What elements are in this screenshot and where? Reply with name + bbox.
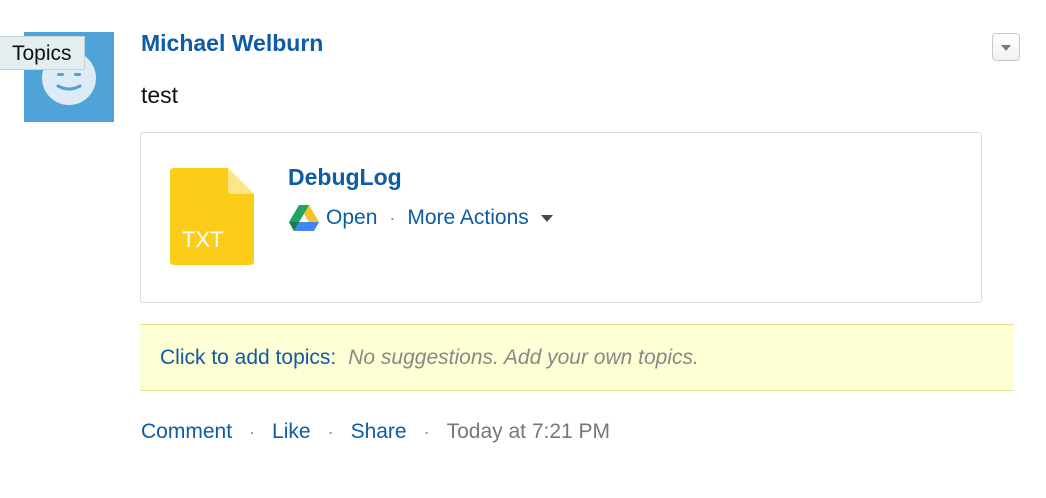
google-drive-icon <box>289 205 319 231</box>
feed-post: Topics Michael Welburn test TXT DebugLog… <box>0 0 1046 498</box>
topics-bar: Click to add topics: No suggestions. Add… <box>140 324 1014 391</box>
file-name-link[interactable]: DebugLog <box>288 164 402 191</box>
open-file-link[interactable]: Open <box>326 206 377 230</box>
like-link[interactable]: Like <box>272 420 311 444</box>
comment-link[interactable]: Comment <box>141 420 232 444</box>
attachment-card: TXT DebugLog Open · More Actions <box>140 132 982 303</box>
file-actions-row: Open · More Actions <box>288 203 553 233</box>
post-timestamp[interactable]: Today at 7:21 PM <box>447 420 610 444</box>
add-topics-link[interactable]: Click to add topics: <box>160 346 336 370</box>
txt-file-icon[interactable]: TXT <box>170 168 254 265</box>
separator-dot: · <box>389 207 396 228</box>
post-body-text: test <box>141 82 179 108</box>
topics-hint-text: No suggestions. Add your own topics. <box>348 345 699 369</box>
topics-tooltip: Topics <box>0 36 85 70</box>
separator-dot: · <box>249 421 256 442</box>
post-footer: Comment · Like · Share · Today at 7:21 P… <box>141 417 610 447</box>
share-link[interactable]: Share <box>351 420 407 444</box>
file-type-label: TXT <box>182 227 224 252</box>
caret-down-icon[interactable] <box>540 214 553 222</box>
separator-dot: · <box>423 421 430 442</box>
separator-dot: · <box>327 421 334 442</box>
more-actions-link[interactable]: More Actions <box>407 206 528 230</box>
author-name-link[interactable]: Michael Welburn <box>141 30 323 57</box>
post-menu-button[interactable] <box>992 33 1020 61</box>
chevron-down-icon <box>1001 45 1011 51</box>
